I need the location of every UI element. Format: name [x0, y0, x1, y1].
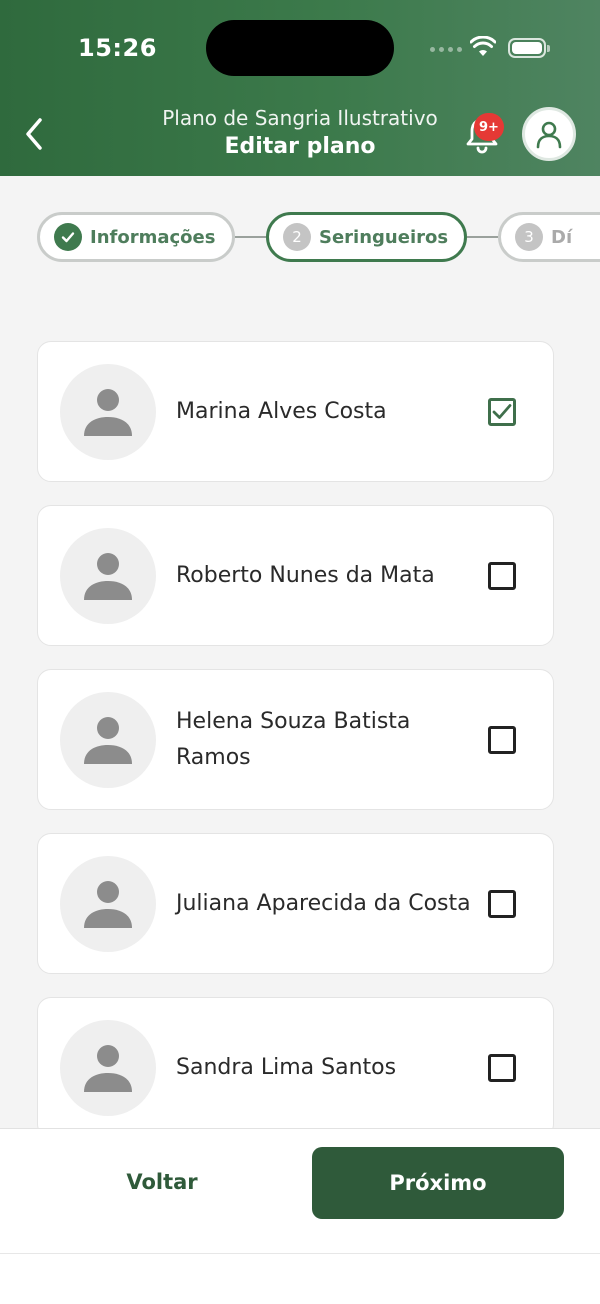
avatar [60, 364, 156, 460]
seringueiros-list: Marina Alves Costa Roberto Nunes da Mata… [0, 276, 600, 1128]
header-subtitle: Plano de Sangria Ilustrativo [162, 106, 438, 130]
footer-actions: Voltar Próximo [0, 1128, 600, 1304]
wifi-icon [470, 36, 496, 56]
step-informacoes[interactable]: Informações [37, 212, 235, 262]
select-checkbox[interactable] [488, 398, 516, 426]
seringueiro-name: Sandra Lima Santos [176, 1054, 397, 1080]
list-item[interactable]: Marina Alves Costa [37, 341, 554, 482]
person-icon [84, 389, 132, 436]
status-time: 15:26 [78, 34, 157, 62]
cellular-signal-icon [430, 47, 462, 52]
battery-icon [508, 38, 550, 58]
step-connector [467, 236, 498, 238]
app-header: 15:26 Plano de Sangria Ilustrativo Edita… [0, 0, 600, 176]
check-icon [54, 223, 82, 251]
back-button[interactable] [16, 112, 56, 156]
select-checkbox[interactable] [488, 1054, 516, 1082]
select-checkbox[interactable] [488, 726, 516, 754]
avatar [60, 692, 156, 788]
list-item[interactable]: Juliana Aparecida da Costa [37, 833, 554, 974]
list-item[interactable]: Sandra Lima Santos [37, 997, 554, 1128]
step-label: Dí [551, 226, 573, 248]
back-arrow-icon [26, 118, 42, 150]
voltar-button[interactable]: Voltar [40, 1147, 284, 1217]
person-icon [84, 881, 132, 928]
step-number: 2 [283, 223, 311, 251]
seringueiro-name: Roberto Nunes da Mata [176, 562, 435, 588]
step-connector [235, 236, 266, 238]
page-title: Editar plano [224, 134, 376, 159]
avatar [60, 1020, 156, 1116]
seringueiro-name: Marina Alves Costa [176, 398, 387, 424]
person-icon [84, 1045, 132, 1092]
person-icon [84, 553, 132, 600]
proximo-button[interactable]: Próximo [312, 1147, 564, 1219]
step-dias[interactable]: 3 Dí [498, 212, 600, 262]
step-label: Seringueiros [319, 226, 449, 248]
profile-button[interactable] [522, 107, 576, 161]
avatar [60, 856, 156, 952]
seringueiro-name: Juliana Aparecida da Costa [176, 890, 471, 916]
divider [0, 1253, 600, 1254]
dynamic-island [206, 20, 394, 76]
list-item[interactable]: Roberto Nunes da Mata [37, 505, 554, 646]
header-titles: Plano de Sangria Ilustrativo Editar plan… [100, 106, 500, 159]
person-icon [84, 717, 132, 764]
step-number: 3 [515, 223, 543, 251]
seringueiro-name: Helena Souza Batista Ramos [176, 708, 411, 770]
select-checkbox[interactable] [488, 890, 516, 918]
step-seringueiros[interactable]: 2 Seringueiros [266, 212, 467, 262]
list-item[interactable]: Helena Souza Batista Ramos [37, 669, 554, 810]
select-checkbox[interactable] [488, 562, 516, 590]
avatar [60, 528, 156, 624]
step-label: Informações [90, 226, 216, 248]
notification-badge: 9+ [474, 113, 504, 141]
user-icon [536, 121, 562, 149]
